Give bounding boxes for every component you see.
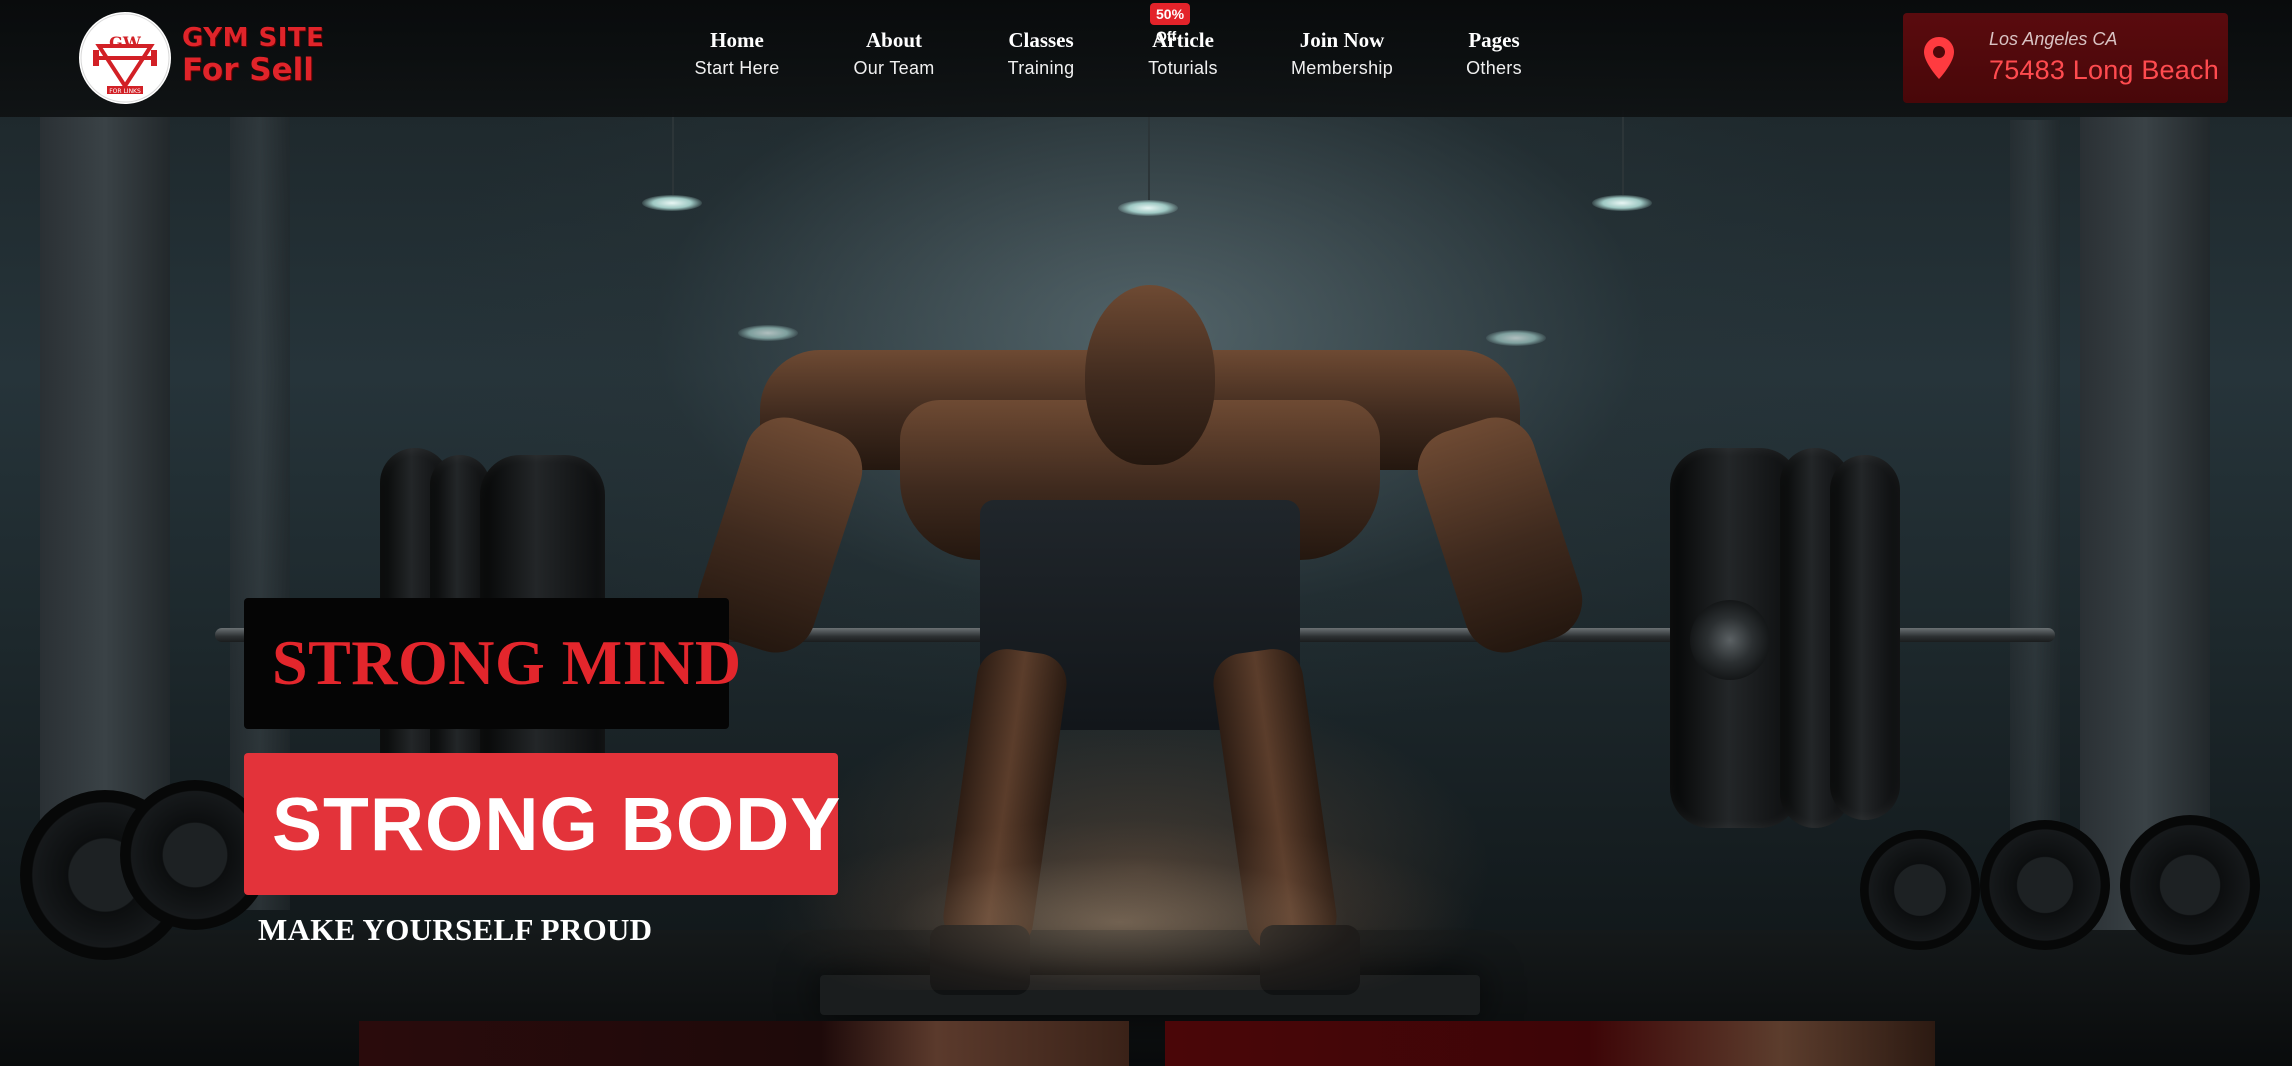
background-pillar: [2010, 120, 2060, 900]
svg-text:GW: GW: [109, 33, 142, 52]
hero-background-image: [0, 0, 2292, 1066]
ceiling-lamp: [1486, 330, 1546, 346]
weight-plate-stack: [1860, 830, 1980, 950]
weight-plate-stack: [1980, 820, 2110, 950]
hero-title-1-text: STRONG MIND: [272, 627, 742, 698]
nav-item-pages[interactable]: Pages Others: [1466, 27, 1522, 79]
location-city: Los Angeles CA: [1989, 29, 2118, 49]
hero-title-strong-mind: STRONG MIND: [244, 598, 741, 729]
chalk-dust: [760, 820, 1480, 990]
nav-item-about[interactable]: About Our Team: [853, 27, 934, 79]
nav-item-label: Home: [710, 28, 764, 52]
nav-item-join-now[interactable]: Join Now Membership: [1291, 27, 1393, 79]
site-header: GW FOR LINKS GYM SITE For Sell Home Star…: [0, 0, 2292, 117]
hero-title-strong-body: STRONG BODY: [244, 753, 842, 895]
location-street: 75483 Long Beach: [1989, 55, 2219, 85]
barbell-plate: [1830, 455, 1900, 820]
nav-item-sublabel: Membership: [1290, 58, 1394, 78]
weight-plate-stack: [2120, 815, 2260, 955]
ceiling-lamp: [738, 325, 798, 341]
hero-tagline: MAKE YOURSELF PROUD: [258, 912, 653, 947]
nav-item-home[interactable]: Home Start Here: [694, 27, 779, 79]
feature-card[interactable]: [359, 1021, 1129, 1066]
nav-item-label: About: [865, 28, 923, 52]
nav-item-label: Pages: [1468, 28, 1520, 52]
ceiling-lamp: [1118, 200, 1178, 216]
hero-title-2-text: STRONG BODY: [272, 782, 842, 866]
svg-text:FOR LINKS: FOR LINKS: [109, 88, 141, 95]
nav-item-sublabel: Start Here: [694, 58, 780, 78]
nav-item-classes[interactable]: Classes Training: [1008, 27, 1075, 79]
nav-item-label: Classes: [1008, 28, 1074, 52]
nav-item-sublabel: Toturials: [1148, 58, 1218, 78]
nav-item-sublabel: Training: [1007, 58, 1075, 78]
location-box[interactable]: Los Angeles CA 75483 Long Beach: [1903, 13, 2228, 103]
brand-name-line1: GYM SITE: [182, 23, 325, 53]
ceiling-lamp: [642, 195, 702, 211]
brand-name-line2: For Sell: [182, 52, 314, 88]
nav-item-sublabel: Our Team: [853, 58, 935, 78]
nav-item-label: Join Now: [1299, 28, 1385, 52]
discount-badge: 50% Off: [1150, 3, 1191, 44]
dumbbell-emblem-icon: GW FOR LINKS: [80, 13, 170, 103]
brand-logo[interactable]: GW FOR LINKS: [79, 12, 171, 104]
map-pin-icon: [1924, 37, 1954, 79]
background-pillar: [2080, 110, 2210, 930]
ceiling-lamp: [1592, 195, 1652, 211]
brand-name[interactable]: GYM SITE For Sell: [182, 22, 324, 86]
feature-card[interactable]: [1165, 1021, 1935, 1066]
nav-item-sublabel: Others: [1466, 58, 1522, 78]
